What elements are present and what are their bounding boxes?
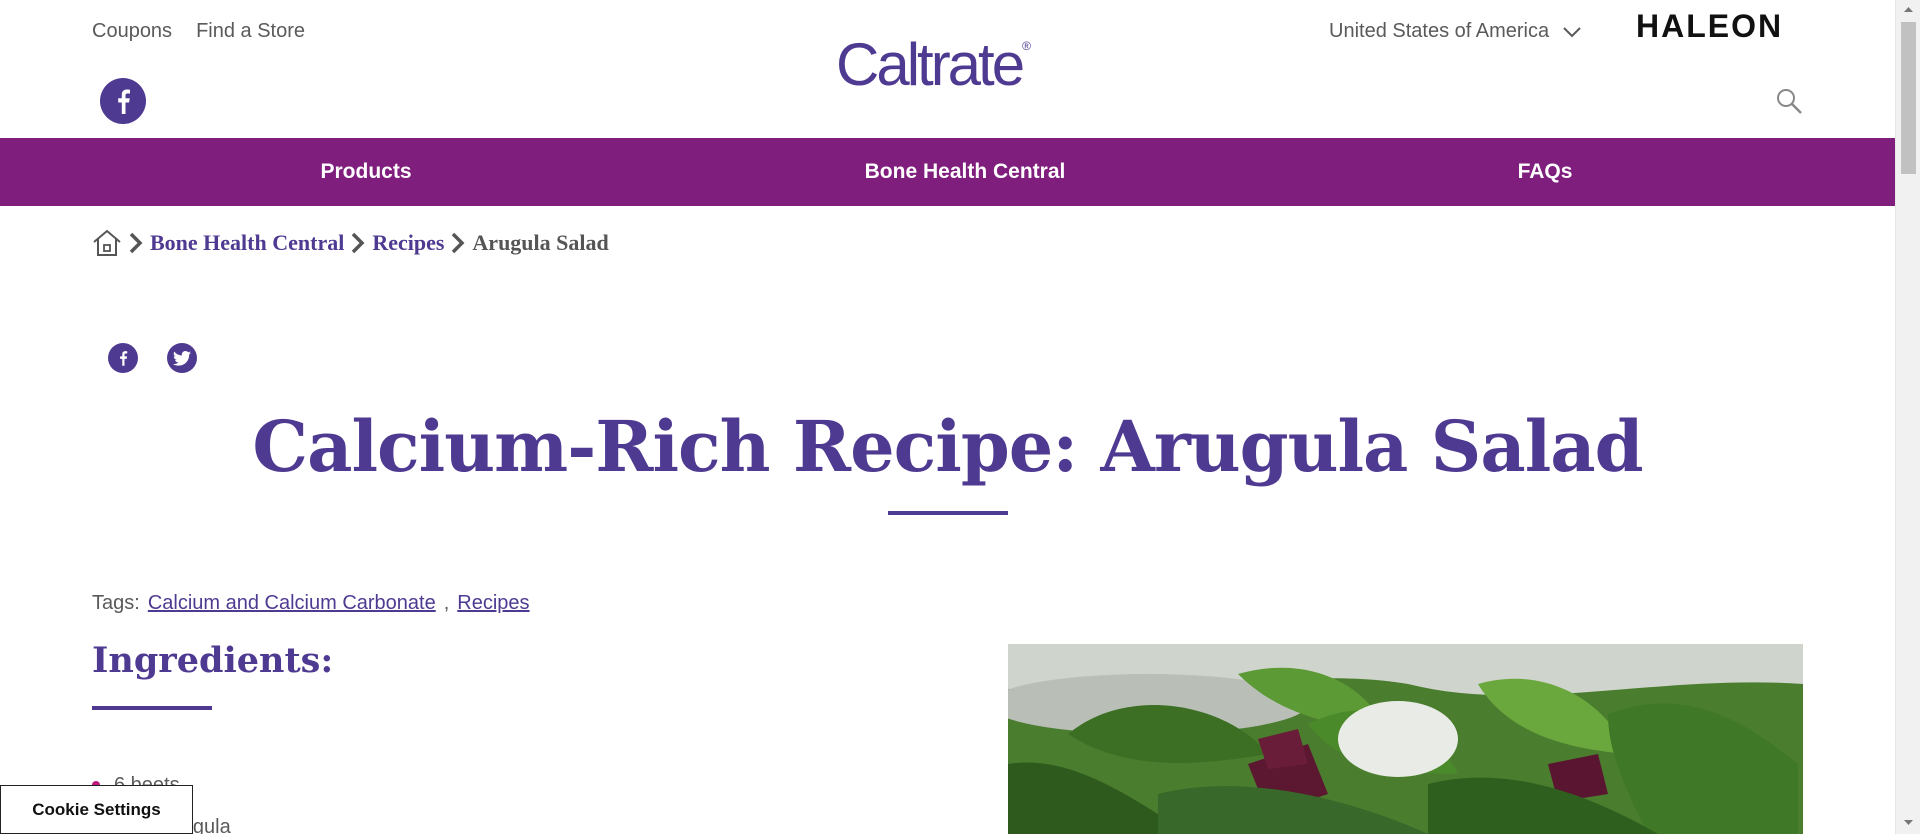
ingredients-divider — [92, 706, 212, 710]
caltrate-logo[interactable]: Caltrate® — [836, 30, 1031, 99]
scrollbar-thumb[interactable] — [1901, 22, 1916, 174]
site-header: Coupons Find a Store Caltrate® United St… — [0, 0, 1895, 138]
nav-item-faqs[interactable]: FAQs — [1445, 138, 1645, 206]
breadcrumb-current: Arugula Salad — [472, 230, 609, 255]
search-icon[interactable] — [1774, 86, 1804, 116]
nav-item-products[interactable]: Products — [266, 138, 466, 206]
ingredients-heading: Ingredients: — [92, 640, 334, 681]
find-a-store-link[interactable]: Find a Store — [196, 20, 305, 43]
country-selector[interactable]: United States of America — [1329, 20, 1581, 43]
tag-recipes-link[interactable]: Recipes — [457, 592, 529, 615]
twitter-share-icon[interactable] — [167, 343, 197, 373]
title-divider — [888, 511, 1008, 515]
vertical-scrollbar[interactable] — [1895, 0, 1920, 834]
page: Coupons Find a Store Caltrate® United St… — [0, 0, 1895, 834]
chevron-right-icon — [352, 232, 365, 254]
page-title: Calcium-Rich Recipe: Arugula Salad — [252, 405, 1643, 488]
main-nav: Products Bone Health Central FAQs — [0, 138, 1895, 206]
tag-separator: , — [443, 592, 450, 614]
breadcrumb: Bone Health Central Recipes Arugula Sala… — [92, 228, 609, 258]
chevron-right-icon — [129, 232, 143, 254]
breadcrumb-bone-health-central[interactable]: Bone Health Central — [150, 230, 344, 256]
utility-links: Coupons Find a Store — [92, 20, 305, 43]
chevron-right-icon — [452, 232, 465, 254]
breadcrumb-recipes[interactable]: Recipes — [372, 230, 444, 256]
nav-item-bone-health-central[interactable]: Bone Health Central — [815, 138, 1115, 206]
logo-text: Caltrate — [836, 31, 1025, 98]
scroll-up-icon[interactable] — [1896, 0, 1920, 20]
tag-calcium-link[interactable]: Calcium and Calcium Carbonate — [148, 592, 436, 615]
facebook-share-icon[interactable] — [108, 343, 138, 373]
tags: Tags: Calcium and Calcium Carbonate , Re… — [92, 592, 530, 615]
registered-mark: ® — [1022, 39, 1031, 53]
coupons-link[interactable]: Coupons — [92, 20, 172, 43]
scroll-down-icon[interactable] — [1896, 812, 1920, 832]
chevron-down-icon — [1563, 26, 1581, 37]
tags-label: Tags: — [92, 592, 140, 614]
arugula-salad-image — [1008, 644, 1803, 834]
haleon-logo[interactable]: HALEON — [1636, 8, 1783, 45]
facebook-header-icon[interactable] — [100, 78, 146, 124]
cookie-settings-button[interactable]: Cookie Settings — [0, 785, 193, 834]
country-label: United States of America — [1329, 20, 1550, 42]
home-icon[interactable] — [92, 228, 122, 258]
